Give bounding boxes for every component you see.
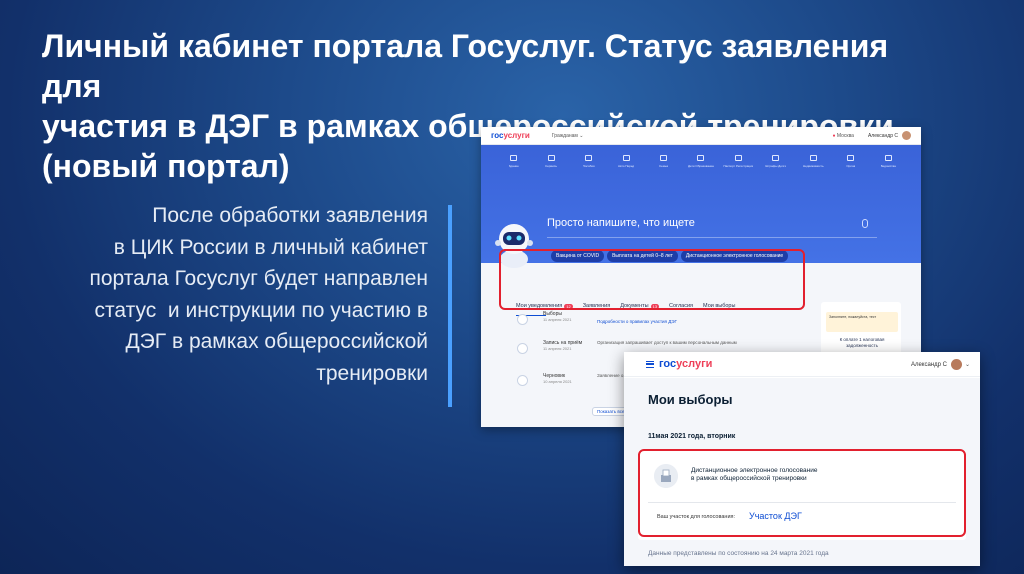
notification-icon <box>517 314 528 325</box>
notification-icon <box>517 375 528 386</box>
body-line: в ЦИК России в личный кабинет <box>113 235 428 259</box>
search-input[interactable]: Просто напишите, что ищете <box>547 217 695 229</box>
page-title: Мои выборы <box>648 392 733 407</box>
body-line: статус и инструкции по участию в <box>94 298 428 322</box>
title-line: Личный кабинет портала Госуслуг. Статус … <box>42 28 889 104</box>
location-pin-icon: ● <box>832 132 836 139</box>
avatar <box>950 358 962 370</box>
nav-item[interactable]: Пособия <box>574 155 604 172</box>
job-icon <box>847 155 855 161</box>
tax-debt-note[interactable]: К оплате 1 налоговая задолженность <box>827 337 897 349</box>
family-icon <box>660 155 668 161</box>
slide-body-text: После обработки заявления в ЦИК России в… <box>40 200 428 389</box>
category-nav: Здание Сервисы Пособия Авто Перед Семья … <box>481 145 921 172</box>
education-icon <box>697 155 705 161</box>
list-item[interactable]: Черновик 10 апреля 2021 <box>543 373 572 385</box>
car-icon <box>510 155 518 161</box>
body-line: ДЭГ в рамках общероссийской <box>125 330 428 353</box>
portal-hero: Здание Сервисы Пособия Авто Перед Семья … <box>481 145 921 268</box>
menu-icon[interactable] <box>646 360 654 368</box>
nav-item[interactable]: Недвижимость <box>798 155 828 172</box>
city-selector[interactable]: ● Москва <box>832 133 854 139</box>
doc-icon <box>734 155 742 161</box>
body-line: тренировки <box>316 361 428 385</box>
service-icon <box>547 155 555 161</box>
user-menu[interactable]: Александр С ⌄ <box>910 358 970 370</box>
rules-link[interactable]: Подробности о правилах участия ДЭГ <box>597 319 677 324</box>
user-name: Александр С <box>910 361 947 368</box>
my-elections-screenshot: госуслуги Александр С ⌄ Мои выборы 11мая … <box>624 352 980 566</box>
highlight-frame-card <box>638 449 966 537</box>
chevron-down-icon: ⌄ <box>964 361 970 368</box>
body-line: портала Госуслуг будет направлен <box>89 267 428 290</box>
nav-item[interactable]: Авто Перед <box>611 155 641 172</box>
portal-topbar: госуслуги Гражданам ⌄ ● Москва Александр… <box>481 127 921 145</box>
nav-item[interactable]: Штрафы Долги <box>761 155 791 172</box>
list-item[interactable]: Запись на приём 11 апреля 2021 <box>543 340 582 352</box>
user-menu[interactable]: Александр С <box>868 131 911 140</box>
nav-item[interactable]: Дети Образование <box>686 155 716 172</box>
portal-logo[interactable]: госуслуги <box>659 358 712 370</box>
ministry-icon <box>884 155 892 161</box>
body-line: После обработки заявления <box>152 204 428 227</box>
benefit-icon <box>585 155 593 161</box>
row-text: Заявление о... <box>597 373 628 378</box>
nav-item[interactable]: Сервисы <box>536 155 566 172</box>
highlight-frame-tabs <box>499 249 805 310</box>
notification-icon <box>517 343 528 354</box>
portal-logo[interactable]: госуслуги <box>491 131 530 140</box>
nav-item[interactable]: Семья <box>649 155 679 172</box>
fine-icon <box>772 155 780 161</box>
city-name: Москва <box>836 132 854 139</box>
elections-topbar: госуслуги Александр С ⌄ <box>624 352 980 377</box>
election-date: 11мая 2021 года, вторник <box>648 433 736 440</box>
search-underline <box>547 237 877 238</box>
property-icon <box>809 155 817 161</box>
accent-divider <box>448 205 452 407</box>
row-text: Организация запрашивает доступ к вашим п… <box>597 340 737 345</box>
warning-banner[interactable]: Заполните, пожалуйста, тест <box>826 312 898 332</box>
nav-item[interactable]: Ведомства <box>873 155 903 172</box>
list-item[interactable]: Выборы 11 апреля 2021 <box>543 311 571 323</box>
citizen-menu[interactable]: Гражданам ⌄ <box>552 133 584 139</box>
nav-item[interactable]: Паспорт Регистрация <box>723 155 753 172</box>
user-name: Александр С <box>867 132 898 139</box>
nav-item[interactable]: Орлов <box>836 155 866 172</box>
nav-item[interactable]: Здание <box>499 155 529 172</box>
microphone-icon[interactable] <box>862 219 868 228</box>
transport-icon <box>622 155 630 161</box>
avatar <box>902 131 911 140</box>
data-freshness-note: Данные представлены по состоянию на 24 м… <box>648 550 829 557</box>
